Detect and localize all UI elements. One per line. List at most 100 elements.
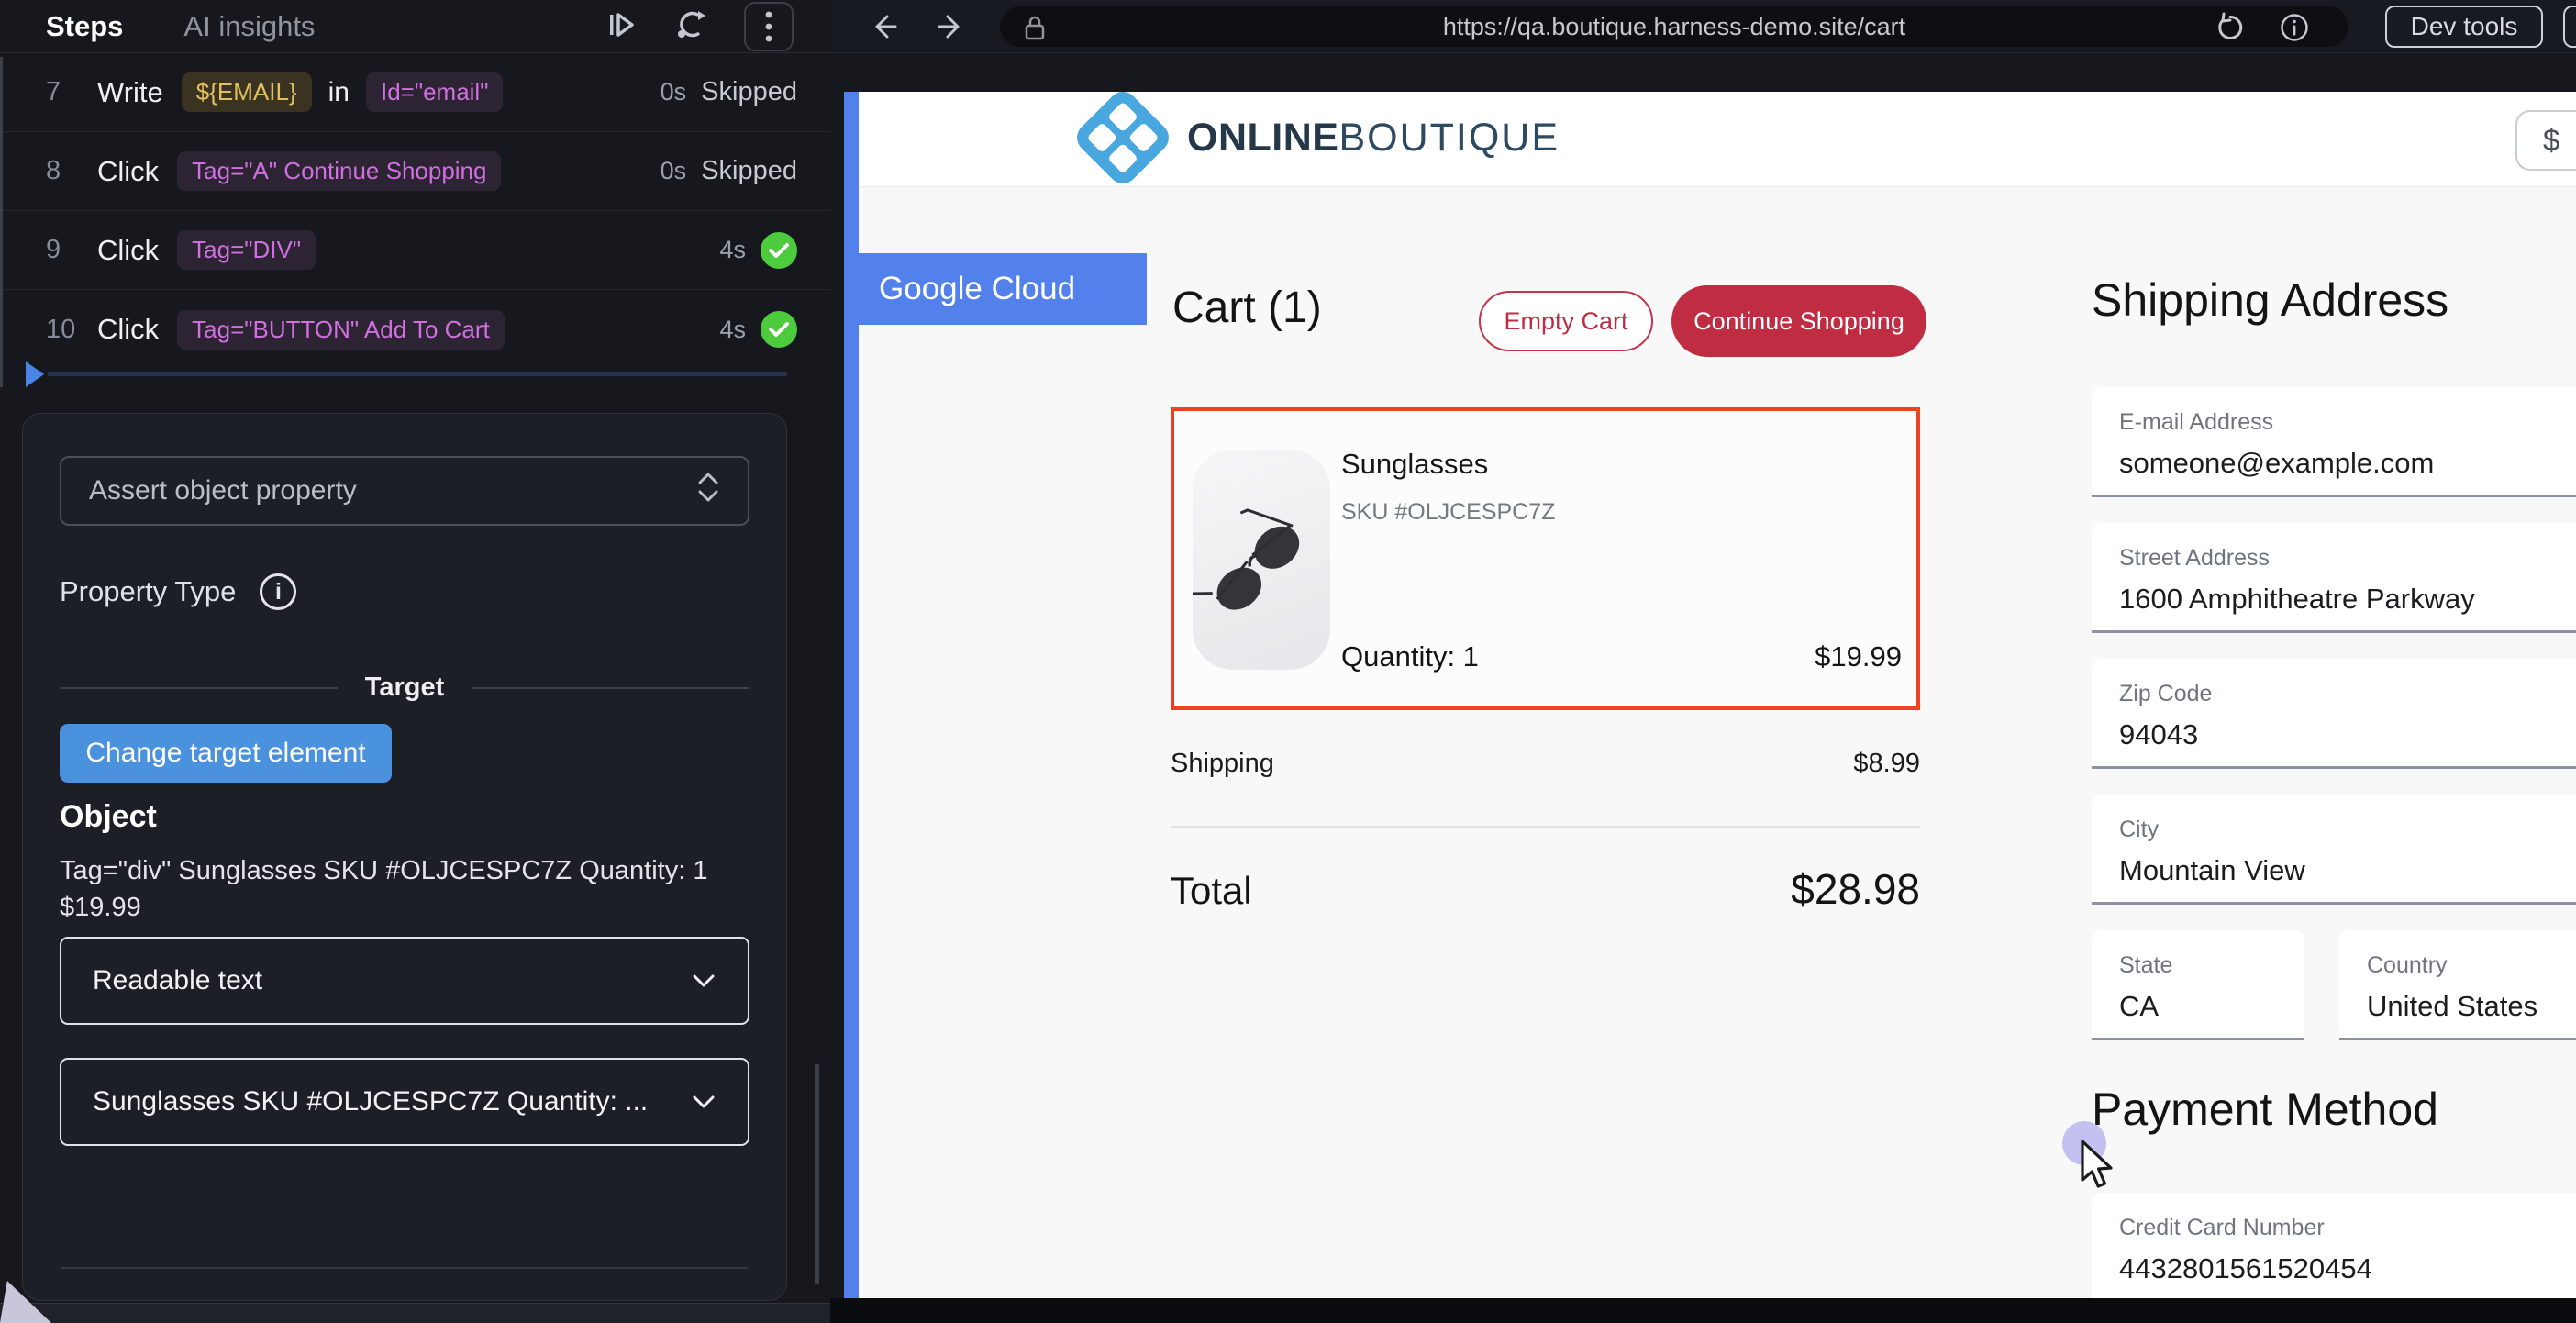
step-duration: 0s: [661, 78, 687, 106]
step-row-10[interactable]: 10 Click Tag="BUTTON" Add To Cart 4s: [0, 290, 830, 369]
reload-icon[interactable]: [2215, 12, 2246, 48]
field-label: Credit Card Number: [2119, 1215, 2576, 1241]
selector-badge: Tag="DIV": [177, 230, 316, 270]
step-row-9[interactable]: 9 Click Tag="DIV" 4s: [0, 211, 830, 290]
step-action: Click: [97, 234, 159, 267]
step-insert-cursor-icon[interactable]: [26, 361, 44, 387]
step-connector: in: [328, 77, 350, 108]
online-boutique-logo[interactable]: ONLINEBOUTIQUE: [1086, 101, 1560, 174]
variable-badge: ${EMAIL}: [182, 72, 312, 112]
field-value: 4432801561520454: [2119, 1252, 2576, 1285]
selector-badge: Tag="BUTTON" Add To Cart: [177, 310, 505, 350]
total-row: Total $28.98: [1171, 864, 1920, 914]
country-field[interactable]: Country United States: [2339, 930, 2576, 1040]
url-bar[interactable]: https://qa.boutique.harness-demo.site/ca…: [1000, 6, 2348, 47]
state-field[interactable]: State CA: [2092, 930, 2304, 1040]
step-number: 9: [46, 235, 90, 265]
chevron-down-icon: [691, 965, 716, 996]
shipping-label: Shipping: [1171, 749, 1274, 779]
brand-light: BOUTIQUE: [1338, 116, 1560, 160]
cart-item-card-selected[interactable]: Sunglasses SKU #OLJCESPC7Z Quantity: 1 $…: [1171, 407, 1920, 710]
select-updown-icon: [696, 470, 720, 512]
selector-badge: Id="email": [366, 72, 503, 112]
field-label: City: [2119, 817, 2576, 843]
city-field[interactable]: City Mountain View: [2092, 795, 2576, 905]
google-cloud-ribbon: Google Cloud: [844, 253, 1147, 325]
field-value: United States: [2367, 990, 2576, 1023]
continue-shopping-button[interactable]: Continue Shopping: [1671, 285, 1926, 357]
shop-header: ONLINEBOUTIQUE $: [859, 92, 2576, 187]
back-icon[interactable]: [865, 6, 905, 51]
street-address-field[interactable]: Street Address 1600 Amphitheatre Parkway: [2092, 523, 2576, 633]
url-text[interactable]: https://qa.boutique.harness-demo.site/ca…: [1000, 13, 2348, 41]
brand-bold: ONLINE: [1187, 116, 1338, 160]
steps-scrollbar[interactable]: [0, 57, 3, 387]
mouse-cursor-icon: [2079, 1140, 2126, 1199]
step-row-7[interactable]: 7 Write ${EMAIL} in Id="email" 0s Skippe…: [0, 53, 830, 132]
step-passed-check-icon: [761, 232, 797, 269]
step-duration: 4s: [719, 316, 746, 344]
shipping-address-title: Shipping Address: [2092, 273, 2448, 327]
product-quantity: Quantity: 1: [1341, 640, 1479, 673]
kebab-menu-icon[interactable]: [744, 2, 794, 51]
field-label: Street Address: [2119, 545, 2576, 572]
object-description: Tag="div" Sunglasses SKU #OLJCESPC7Z Qua…: [60, 852, 729, 926]
shipping-value: $8.99: [1853, 749, 1920, 779]
product-sku: SKU #OLJCESPC7Z: [1341, 499, 1555, 526]
info-icon[interactable]: [2279, 12, 2310, 48]
dev-tools-button[interactable]: Dev tools: [2385, 6, 2543, 48]
rerun-icon[interactable]: [672, 6, 711, 49]
currency-value: $: [2543, 123, 2559, 158]
step-action: Write: [97, 76, 163, 109]
step-passed-check-icon: [761, 311, 797, 348]
app-root: Steps AI insights 7 Write ${EMAIL} in: [0, 0, 2576, 1323]
assert-action-select[interactable]: Assert object property: [60, 456, 749, 526]
steps-panel-header: Steps AI insights: [0, 0, 830, 53]
panel-scrollbar[interactable]: [815, 1064, 819, 1284]
shipping-row: Shipping $8.99: [1171, 749, 1920, 779]
step-insert-line: [48, 372, 787, 376]
play-from-start-icon[interactable]: [603, 6, 639, 48]
forward-icon[interactable]: [929, 6, 970, 51]
empty-cart-button[interactable]: Empty Cart: [1479, 291, 1653, 351]
tab-steps[interactable]: Steps: [46, 10, 123, 43]
step-row-8[interactable]: 8 Click Tag="A" Continue Shopping 0s Ski…: [0, 132, 830, 211]
expected-value-text: Sunglasses SKU #OLJCESPC7Z Quantity: ...: [93, 1086, 648, 1117]
readable-text-select[interactable]: Readable text: [60, 937, 749, 1025]
change-target-button[interactable]: Change target element: [60, 724, 392, 783]
target-label: Target: [365, 673, 444, 703]
step-number: 7: [46, 77, 90, 107]
field-label: State: [2119, 952, 2304, 979]
step-status: Skipped: [701, 156, 797, 186]
browser-bottom-bar: [830, 1298, 2576, 1323]
currency-select[interactable]: $: [2515, 110, 2576, 171]
field-value: 94043: [2119, 718, 2576, 751]
total-value: $28.98: [1791, 864, 1920, 914]
product-image: [1193, 450, 1330, 670]
tab-ai-insights[interactable]: AI insights: [183, 10, 315, 43]
field-value: 1600 Amphitheatre Parkway: [2119, 583, 2576, 616]
credit-card-field[interactable]: Credit Card Number 4432801561520454: [2092, 1193, 2576, 1298]
step-action: Click: [97, 155, 159, 188]
selector-badge: Tag="A" Continue Shopping: [177, 151, 501, 191]
field-label: E-mail Address: [2119, 409, 2576, 436]
panel-divider: [61, 1267, 748, 1269]
zip-code-field[interactable]: Zip Code 94043: [2092, 659, 2576, 769]
chevron-down-icon: [691, 1086, 716, 1117]
test-steps-panel: Steps AI insights 7 Write ${EMAIL} in: [0, 0, 830, 1323]
email-field[interactable]: E-mail Address someone@example.com: [2092, 387, 2576, 497]
product-price: $19.99: [1815, 640, 1902, 673]
product-name: Sunglasses: [1341, 448, 1488, 481]
step-number: 10: [46, 315, 90, 345]
step-number: 8: [46, 156, 90, 186]
total-label: Total: [1171, 869, 1252, 913]
steps-list: 7 Write ${EMAIL} in Id="email" 0s Skippe…: [0, 53, 830, 369]
field-value: someone@example.com: [2119, 447, 2576, 480]
field-value: CA: [2119, 990, 2304, 1023]
nav-partial-button[interactable]: [2563, 6, 2576, 48]
browser-nav-bar: https://qa.boutique.harness-demo.site/ca…: [830, 0, 2576, 53]
info-icon[interactable]: i: [260, 573, 296, 610]
object-heading: Object: [60, 799, 157, 835]
expected-value-select[interactable]: Sunglasses SKU #OLJCESPC7Z Quantity: ...: [60, 1058, 749, 1146]
step-duration: 4s: [719, 236, 746, 264]
